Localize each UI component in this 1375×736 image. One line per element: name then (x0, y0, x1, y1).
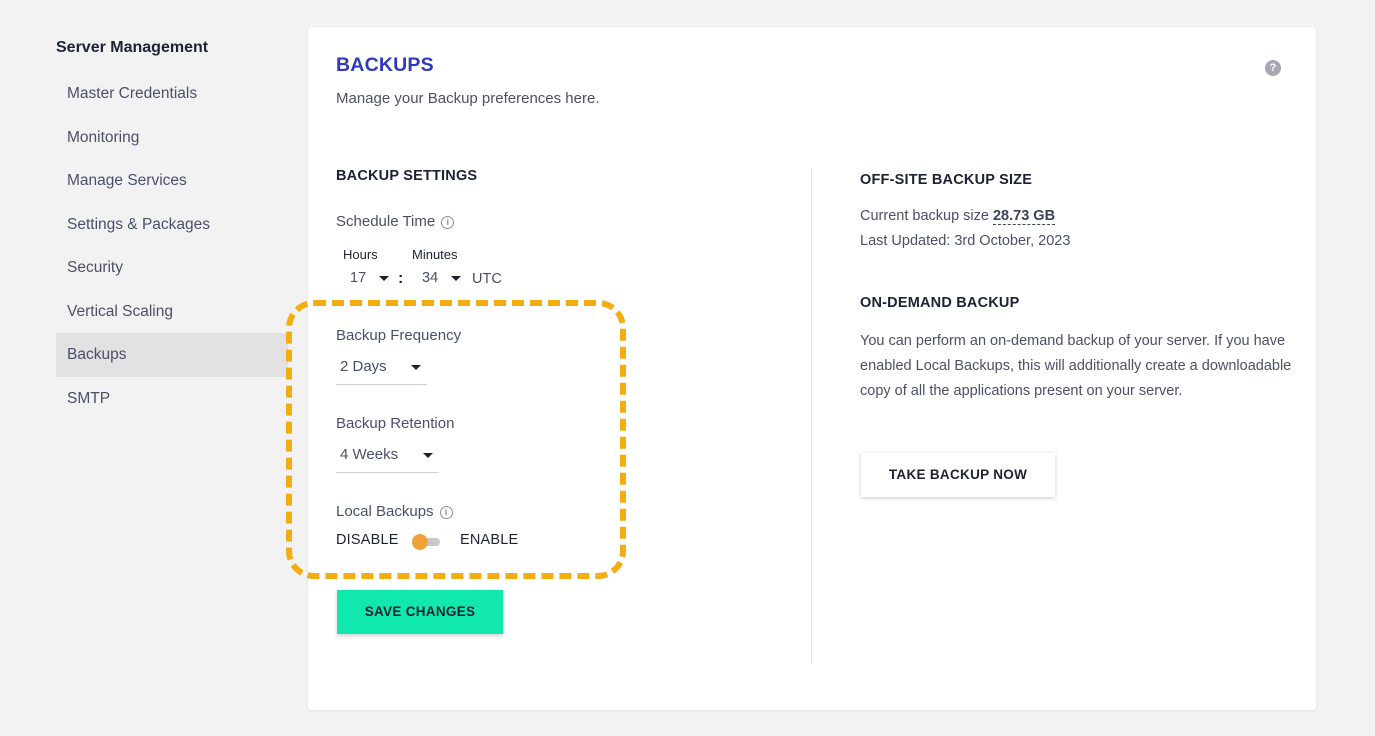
backup-retention-select[interactable]: 4 Weeks (336, 440, 439, 473)
chevron-down-icon (451, 275, 462, 281)
current-backup-size: Current backup size 28.73 GB (860, 208, 1056, 225)
backup-settings-heading: BACKUP SETTINGS (336, 168, 478, 184)
help-icon[interactable]: ? (1265, 60, 1281, 76)
sidebar: Server Management Master Credentials Mon… (56, 36, 288, 420)
timezone-label: UTC (472, 271, 502, 287)
info-icon[interactable]: i (439, 506, 453, 519)
backup-size-prefix: Current backup size (860, 208, 989, 224)
backups-card: BACKUPS Manage your Backup preferences h… (286, 27, 1316, 710)
sidebar-item-smtp[interactable]: SMTP (56, 377, 288, 421)
schedule-time-label: Schedule Time i (336, 213, 455, 230)
toggle-knob (412, 534, 428, 550)
backup-frequency-value: 2 Days (340, 358, 387, 375)
sidebar-title: Server Management (56, 39, 209, 56)
local-backups-label: Local Backups i (336, 503, 453, 520)
local-backups-text: Local Backups (336, 503, 434, 520)
backup-size-value: 28.73 GB (992, 208, 1056, 225)
schedule-time-text: Schedule Time (336, 213, 436, 230)
save-changes-button[interactable]: SAVE CHANGES (337, 590, 503, 634)
minutes-label: Minutes (412, 247, 458, 262)
backup-frequency-label: Backup Frequency (336, 327, 462, 344)
hours-label: Hours (343, 247, 378, 262)
sidebar-item-settings-packages[interactable]: Settings & Packages (56, 203, 288, 247)
minutes-value: 34 (422, 270, 439, 286)
info-icon[interactable]: i (441, 216, 455, 229)
on-demand-description: You can perform an on-demand backup of y… (860, 333, 1292, 399)
backup-retention-value: 4 Weeks (340, 446, 399, 463)
page-title: BACKUPS (336, 54, 434, 76)
sidebar-item-security[interactable]: Security (56, 246, 288, 290)
hours-select[interactable]: 17 (350, 270, 390, 286)
chevron-down-icon (379, 275, 390, 281)
hours-value: 17 (350, 270, 367, 286)
backup-retention-label: Backup Retention (336, 415, 455, 432)
offsite-backup-heading: OFF-SITE BACKUP SIZE (860, 172, 1033, 188)
page-subtitle: Manage your Backup preferences here. (336, 90, 600, 107)
disable-label: DISABLE (336, 532, 399, 548)
sidebar-item-monitoring[interactable]: Monitoring (56, 116, 288, 160)
chevron-down-icon (411, 365, 421, 370)
minutes-select[interactable]: 34 (422, 270, 462, 286)
chevron-down-icon (423, 453, 433, 458)
take-backup-now-button[interactable]: TAKE BACKUP NOW (861, 453, 1055, 497)
column-divider (811, 168, 812, 664)
enable-label: ENABLE (460, 532, 519, 548)
on-demand-backup-heading: ON-DEMAND BACKUP (860, 295, 1020, 311)
last-updated: Last Updated: 3rd October, 2023 (860, 233, 1071, 249)
sidebar-item-vertical-scaling[interactable]: Vertical Scaling (56, 290, 288, 334)
sidebar-item-master-credentials[interactable]: Master Credentials (56, 72, 288, 116)
time-separator: : (398, 270, 404, 287)
sidebar-item-backups[interactable]: Backups (56, 333, 288, 377)
sidebar-item-manage-services[interactable]: Manage Services (56, 159, 288, 203)
backup-frequency-select[interactable]: 2 Days (336, 352, 427, 385)
local-backups-toggle[interactable] (412, 534, 440, 550)
